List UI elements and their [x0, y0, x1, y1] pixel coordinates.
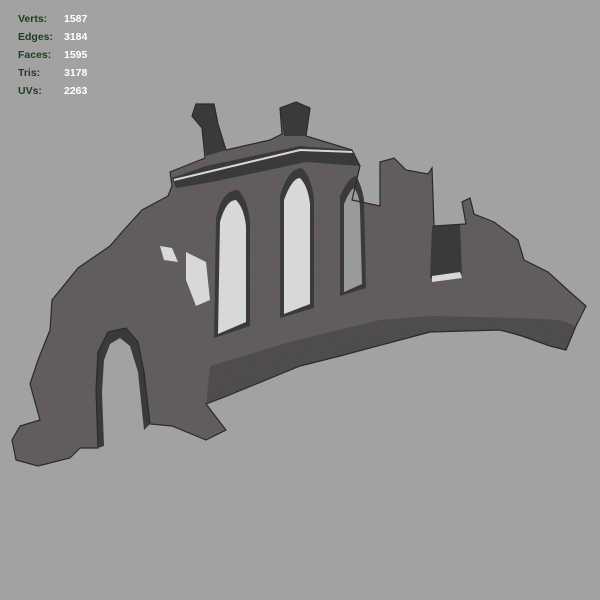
left-pinnacle [192, 104, 226, 156]
broken-window-recess [430, 224, 462, 278]
right-pinnacle [280, 102, 310, 136]
window-2-opening [284, 178, 310, 314]
ruin-wall-mesh[interactable] [0, 0, 600, 600]
window-1-opening [218, 200, 246, 334]
3d-viewport[interactable]: Verts: 1587 Edges: 3184 Faces: 1595 Tris… [0, 0, 600, 600]
window-3-opening [344, 188, 362, 292]
